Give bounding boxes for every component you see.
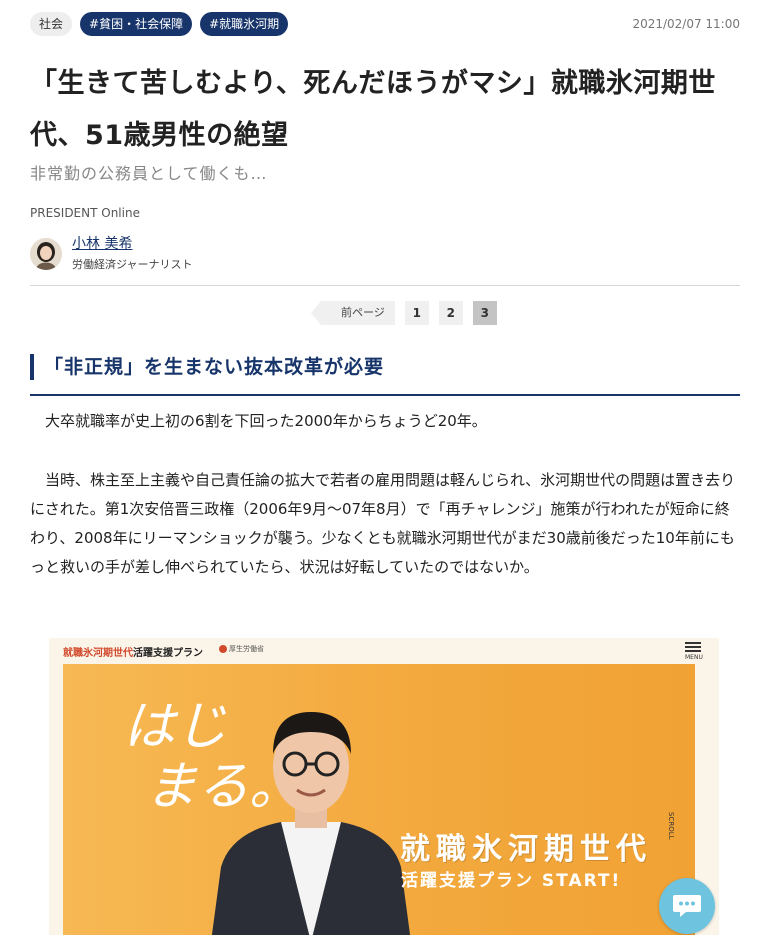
menu-label: MENU — [685, 654, 703, 661]
image-brand-red: 就職氷河期世代 — [63, 648, 133, 659]
page-2-button[interactable]: 2 — [438, 301, 463, 325]
person-illustration — [211, 712, 411, 935]
campaign-image: 就職氷河期世代活躍支援プラン 厚生労働省 MENU はじ まる。 就職氷河期世代… — [49, 638, 719, 935]
tag-poverty[interactable]: #貧困・社会保障 — [80, 12, 193, 36]
publication-source: PRESIDENT Online — [30, 206, 140, 220]
image-headline: 就職氷河期世代 — [400, 832, 652, 867]
avatar-portrait — [30, 238, 62, 270]
prev-page-button[interactable]: 前ページ — [311, 301, 395, 325]
publish-date: 2021/02/07 11:00 — [632, 17, 740, 31]
ministry-name: 厚生労働省 — [229, 645, 264, 653]
pagination: 前ページ 1 2 3 — [311, 301, 497, 325]
article-title: 「生きて苦しむより、死んだほうがマシ」就職氷河期世代、51歳男性の絶望 — [30, 68, 716, 151]
page-3-button[interactable]: 3 — [472, 301, 497, 325]
chat-button[interactable] — [659, 878, 715, 934]
image-subheadline: 活躍支援プラン START! — [401, 871, 622, 891]
heading-accent-bar — [30, 354, 34, 380]
tag-ice-age[interactable]: #就職氷河期 — [200, 12, 289, 36]
header-divider — [30, 285, 740, 286]
page-1-button[interactable]: 1 — [404, 301, 429, 325]
paragraph: 大卒就職率が史上初の6割を下回った2000年からちょうど20年。 — [45, 412, 487, 430]
chat-bubble-icon — [673, 895, 701, 917]
image-topbar: 就職氷河期世代活躍支援プラン 厚生労働省 MENU — [49, 638, 719, 662]
author-avatar[interactable] — [30, 238, 62, 270]
ministry-logo: 厚生労働省 — [219, 644, 264, 654]
image-brand: 就職氷河期世代活躍支援プラン — [63, 644, 203, 659]
tag-list: 社会 #貧困・社会保障 #就職氷河期 — [30, 12, 289, 36]
paragraph: 当時、株主至上主義や自己責任論の拡大で若者の雇用問題は軽んじられ、氷河期世代の問… — [30, 471, 736, 576]
author-role: 労働経済ジャーナリスト — [72, 258, 193, 271]
section-heading: 「非正規」を生まない抜本改革が必要 — [30, 340, 740, 396]
author-name-link[interactable]: 小林 美希 — [72, 236, 192, 252]
scroll-label: SCROLL — [667, 812, 675, 840]
tag-category[interactable]: 社会 — [30, 12, 73, 36]
ministry-logo-icon — [219, 645, 227, 653]
section-heading-text: 「非正規」を生まない抜本改革が必要 — [44, 356, 385, 378]
author-block: 小林 美希 労働経済ジャーナリスト — [30, 236, 192, 272]
article-subtitle: 非常勤の公務員として働くも… — [30, 164, 268, 183]
image-orange-panel: はじ まる。 就職氷河期世代 活躍支援プラン START! SCROLL — [63, 664, 695, 935]
image-brand-black: 活躍支援プラン — [133, 648, 203, 659]
menu-icon: MENU — [685, 642, 703, 661]
